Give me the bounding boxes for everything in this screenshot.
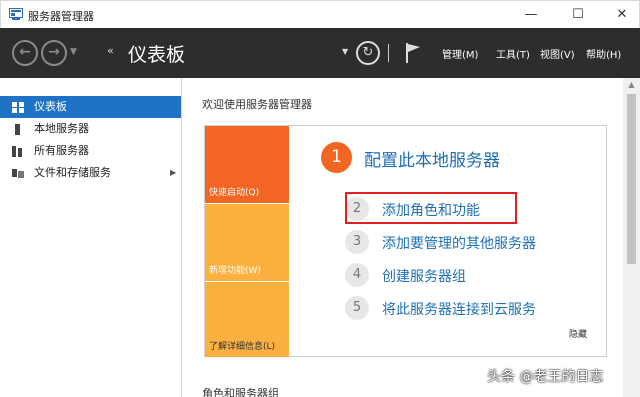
server-icon — [15, 124, 20, 135]
tile-label: 快速启动(Q) — [209, 188, 260, 198]
sidebar-item-label: 文件和存储服务 — [34, 166, 111, 179]
tile-whats-new[interactable]: 新增功能(W) — [205, 204, 289, 281]
step-link[interactable]: 创建服务器组 — [382, 266, 466, 286]
breadcrumb-title: 仪表板 — [128, 44, 186, 66]
storage-icon — [12, 169, 24, 178]
menu-view[interactable]: 视图(V) — [540, 46, 575, 61]
sidebar-item-dashboard[interactable]: 仪表板 — [0, 96, 181, 118]
menu-help[interactable]: 帮助(H) — [586, 46, 621, 61]
menu-tools[interactable]: 工具(T) — [496, 46, 530, 61]
sidebar-item-label: 本地服务器 — [34, 122, 89, 135]
servers-icon — [12, 146, 22, 157]
step-number-badge: 5 — [345, 296, 369, 320]
main-content: 欢迎使用服务器管理器 快速启动(Q) 新增功能(W) 了解详细信息(L) 1 配… — [183, 78, 623, 397]
scroll-up-icon[interactable]: ▲ — [623, 80, 640, 89]
sidebar-item-label: 仪表板 — [34, 100, 67, 113]
welcome-card: 快速启动(Q) 新增功能(W) 了解详细信息(L) 1 配置此本地服务器 2 添… — [204, 125, 607, 357]
sidebar: 仪表板 本地服务器 所有服务器 文件和存储服务 ▶ — [0, 78, 182, 397]
toolbar: ← → ▼ ‹‹ 仪表板 ▼ ↻ 管理(M) 工具(T) 视图(V) 帮助(H) — [0, 28, 640, 78]
title-bar: 服务器管理器 — ☐ ✕ — [0, 0, 640, 28]
maximize-button[interactable]: ☐ — [556, 1, 600, 29]
roles-server-groups-heading: 角色和服务器组 — [202, 387, 279, 397]
dashboard-icon — [12, 102, 24, 113]
step-number-badge: 1 — [321, 142, 352, 173]
tile-learn-more[interactable]: 了解详细信息(L) — [205, 282, 289, 357]
sidebar-item-file-storage[interactable]: 文件和存储服务 ▶ — [0, 162, 181, 184]
close-button[interactable]: ✕ — [600, 1, 640, 29]
server-manager-app-icon — [9, 8, 23, 20]
tile-quick-start[interactable]: 快速启动(Q) — [205, 126, 289, 203]
back-button[interactable]: ← — [12, 40, 38, 66]
step-configure-local-server[interactable]: 配置此本地服务器 — [364, 146, 500, 171]
hide-link[interactable]: 隐藏 — [569, 327, 587, 340]
tile-label: 新增功能(W) — [209, 266, 261, 276]
sidebar-item-local-server[interactable]: 本地服务器 — [0, 118, 181, 140]
step-link[interactable]: 添加要管理的其他服务器 — [382, 233, 536, 253]
forward-button[interactable]: → — [41, 40, 67, 66]
notifications-flag-icon[interactable] — [405, 42, 421, 64]
breadcrumb-arrows[interactable]: ‹‹ — [107, 44, 114, 57]
scrollbar-thumb[interactable] — [627, 94, 636, 264]
step-number-badge: 3 — [345, 230, 369, 254]
sidebar-item-label: 所有服务器 — [34, 144, 89, 157]
toolbar-divider — [388, 44, 389, 62]
expand-arrow-icon[interactable]: ▶ — [170, 162, 176, 184]
step-link[interactable]: 将此服务器连接到云服务 — [382, 299, 536, 319]
refresh-button[interactable]: ↻ — [356, 41, 380, 65]
step-number-badge: 4 — [345, 263, 369, 287]
chevron-down-icon[interactable]: ▼ — [342, 47, 348, 56]
welcome-heading: 欢迎使用服务器管理器 — [202, 98, 312, 111]
highlight-box — [345, 192, 517, 224]
vertical-scrollbar[interactable]: ▲ — [623, 78, 640, 397]
watermark-text: 头条 @老王的日志 — [487, 369, 604, 385]
nav-history-dropdown-icon[interactable]: ▼ — [70, 47, 77, 57]
window-title: 服务器管理器 — [28, 10, 94, 23]
minimize-button[interactable]: — — [509, 1, 553, 29]
tile-label: 了解详细信息(L) — [209, 342, 276, 352]
menu-manage[interactable]: 管理(M) — [442, 46, 478, 61]
sidebar-item-all-servers[interactable]: 所有服务器 — [0, 140, 181, 162]
